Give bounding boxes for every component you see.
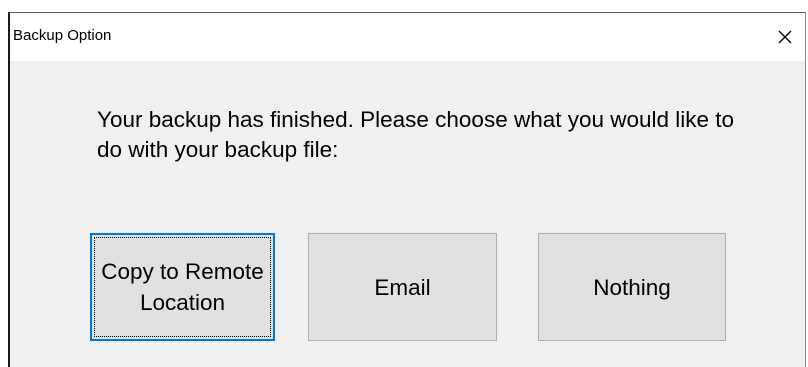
copy-button-label: Copy to Remote Location [101,259,264,315]
title-bar: Backup Option [10,13,805,61]
backup-finished-message: Your backup has finished. Please choose … [97,107,735,162]
nothing-button-label: Nothing [593,274,671,300]
nothing-button[interactable]: Nothing [538,233,726,341]
close-icon [778,30,792,44]
copy-to-remote-location-button[interactable]: Copy to Remote Location [90,233,275,341]
email-button[interactable]: Email [308,233,497,341]
screen: Backup Option Your backup has finished. … [0,0,808,367]
close-button[interactable] [765,13,805,61]
dialog-body: Your backup has finished. Please choose … [10,61,805,367]
backup-option-dialog: Backup Option Your backup has finished. … [8,12,806,367]
email-button-label: Email [374,274,431,300]
window-title: Backup Option [13,27,112,44]
